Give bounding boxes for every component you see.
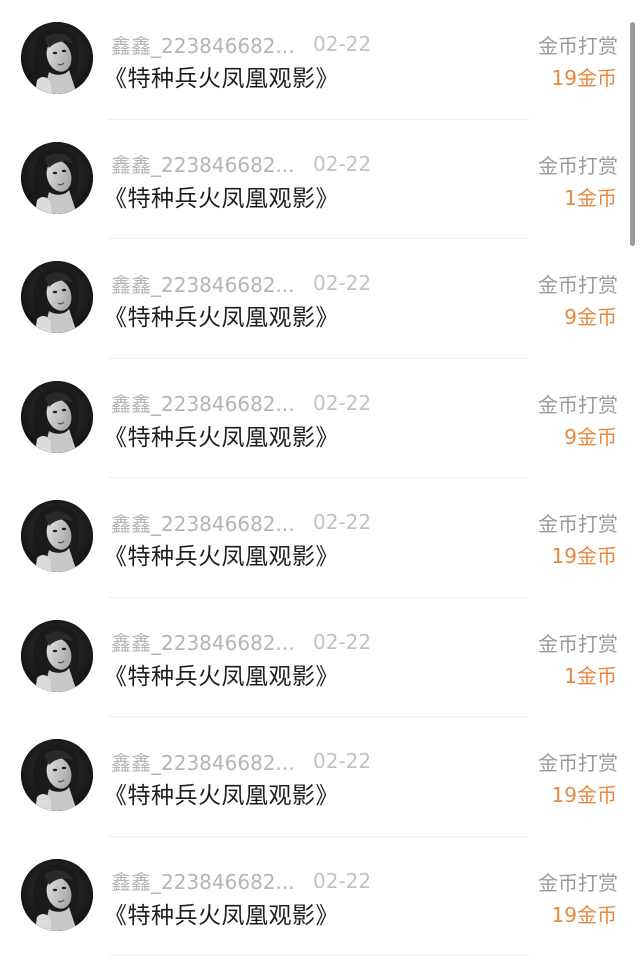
reward-list: 鑫鑫_223846682... 02-22 《特种兵火凤凰观影》 金币打赏 19… [0, 0, 640, 956]
date: 02-22 [313, 32, 371, 56]
user-avatar-icon[interactable] [21, 620, 93, 692]
username[interactable]: 鑫鑫_223846682... [111, 508, 297, 537]
date: 02-22 [313, 152, 371, 176]
user-avatar-icon[interactable] [21, 22, 93, 94]
coin-amount: 19金币 [552, 540, 617, 569]
action-label: 金币打赏 [538, 747, 618, 776]
coin-amount: 9金币 [564, 421, 617, 450]
item-meta: 鑫鑫_223846682... 02-22 [111, 270, 371, 296]
item-title[interactable]: 《特种兵火凤凰观影》 [104, 179, 339, 213]
username[interactable]: 鑫鑫_223846682... [111, 388, 297, 417]
action-label: 金币打赏 [538, 628, 618, 657]
coin-amount: 1金币 [564, 660, 617, 689]
username[interactable]: 鑫鑫_223846682... [111, 866, 297, 895]
username[interactable]: 鑫鑫_223846682... [111, 30, 297, 59]
action-label: 金币打赏 [538, 269, 618, 298]
item-title[interactable]: 《特种兵火凤凰观影》 [104, 59, 339, 93]
username[interactable]: 鑫鑫_223846682... [111, 149, 297, 178]
action-label: 金币打赏 [538, 150, 618, 179]
coin-amount: 1金币 [564, 182, 617, 211]
coin-amount: 9金币 [564, 301, 617, 330]
date: 02-22 [313, 630, 371, 654]
item-title[interactable]: 《特种兵火凤凰观影》 [104, 418, 339, 452]
item-meta: 鑫鑫_223846682... 02-22 [111, 868, 371, 894]
list-item[interactable]: 鑫鑫_223846682... 02-22 《特种兵火凤凰观影》 金币打赏 9金… [0, 359, 640, 479]
user-avatar-icon[interactable] [21, 381, 93, 453]
list-item[interactable]: 鑫鑫_223846682... 02-22 《特种兵火凤凰观影》 金币打赏 9金… [0, 239, 640, 359]
item-meta: 鑫鑫_223846682... 02-22 [111, 509, 371, 535]
user-avatar-icon[interactable] [21, 261, 93, 333]
list-item[interactable]: 鑫鑫_223846682... 02-22 《特种兵火凤凰观影》 金币打赏 1金… [0, 120, 640, 240]
user-avatar-icon[interactable] [21, 859, 93, 931]
item-meta: 鑫鑫_223846682... 02-22 [111, 390, 371, 416]
user-avatar-icon[interactable] [21, 500, 93, 572]
item-meta: 鑫鑫_223846682... 02-22 [111, 629, 371, 655]
coin-amount: 19金币 [552, 779, 617, 808]
item-title[interactable]: 《特种兵火凤凰观影》 [104, 896, 339, 930]
date: 02-22 [313, 510, 371, 534]
scrollbar[interactable] [630, 22, 635, 246]
action-label: 金币打赏 [538, 30, 618, 59]
item-title[interactable]: 《特种兵火凤凰观影》 [104, 537, 339, 571]
username[interactable]: 鑫鑫_223846682... [111, 627, 297, 656]
date: 02-22 [313, 391, 371, 415]
date: 02-22 [313, 749, 371, 773]
coin-amount: 19金币 [552, 899, 617, 928]
coin-amount: 19金币 [552, 62, 617, 91]
list-item[interactable]: 鑫鑫_223846682... 02-22 《特种兵火凤凰观影》 金币打赏 1金… [0, 598, 640, 718]
item-title[interactable]: 《特种兵火凤凰观影》 [104, 657, 339, 691]
item-title[interactable]: 《特种兵火凤凰观影》 [104, 776, 339, 810]
date: 02-22 [313, 271, 371, 295]
list-item[interactable]: 鑫鑫_223846682... 02-22 《特种兵火凤凰观影》 金币打赏 19… [0, 0, 640, 120]
username[interactable]: 鑫鑫_223846682... [111, 747, 297, 776]
action-label: 金币打赏 [538, 508, 618, 537]
action-label: 金币打赏 [538, 389, 618, 418]
user-avatar-icon[interactable] [21, 142, 93, 214]
item-meta: 鑫鑫_223846682... 02-22 [111, 748, 371, 774]
item-title[interactable]: 《特种兵火凤凰观影》 [104, 298, 339, 332]
username[interactable]: 鑫鑫_223846682... [111, 269, 297, 298]
list-item[interactable]: 鑫鑫_223846682... 02-22 《特种兵火凤凰观影》 金币打赏 19… [0, 837, 640, 956]
list-item[interactable]: 鑫鑫_223846682... 02-22 《特种兵火凤凰观影》 金币打赏 19… [0, 478, 640, 598]
item-meta: 鑫鑫_223846682... 02-22 [111, 151, 371, 177]
user-avatar-icon[interactable] [21, 739, 93, 811]
date: 02-22 [313, 869, 371, 893]
list-item[interactable]: 鑫鑫_223846682... 02-22 《特种兵火凤凰观影》 金币打赏 19… [0, 717, 640, 837]
action-label: 金币打赏 [538, 867, 618, 896]
item-meta: 鑫鑫_223846682... 02-22 [111, 31, 371, 57]
